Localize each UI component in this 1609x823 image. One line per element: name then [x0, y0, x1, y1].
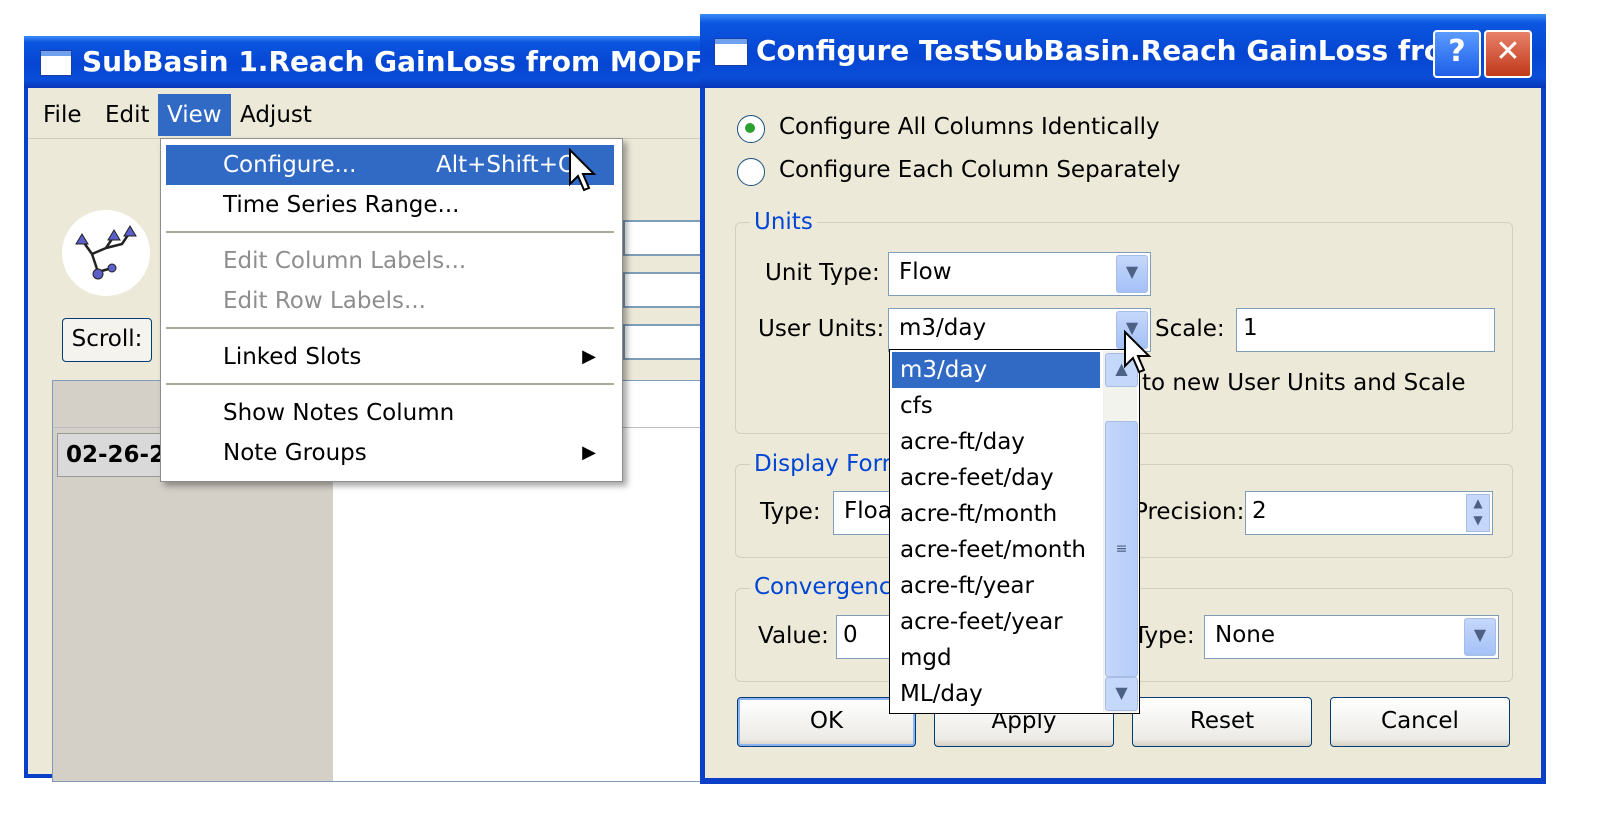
menu-item-accelerator: Alt+Shift+C — [436, 152, 575, 178]
unit-type-label: Unit Type: — [765, 260, 880, 286]
convergence-type-combo[interactable]: None ▼ — [1204, 615, 1499, 659]
menu-separator — [166, 231, 614, 233]
list-item[interactable]: ML/day — [892, 676, 1100, 712]
configure-dialog-title: Configure TestSubBasin.Reach GainLoss fr… — [756, 34, 1505, 67]
scroll-button[interactable]: Scroll: — [62, 318, 152, 362]
convergence-group-label: Convergenc — [750, 572, 896, 602]
unit-type-combo[interactable]: Flow ▼ — [888, 252, 1151, 296]
menu-item-edit-column-labels: Edit Column Labels... — [223, 248, 467, 274]
list-item[interactable]: cfs — [892, 388, 1100, 424]
table-window-title: SubBasin 1.Reach GainLoss from MODFLOW — [82, 45, 724, 78]
menu-item-note-groups[interactable]: Note Groups ▶ — [166, 433, 614, 473]
list-item[interactable]: acre-feet/year — [892, 604, 1100, 640]
menu-item-linked-slots[interactable]: Linked Slots ▶ — [166, 337, 614, 377]
radio-configure-each[interactable] — [737, 158, 765, 186]
user-units-value: m3/day — [899, 315, 987, 341]
user-units-combo[interactable]: m3/day ▼ — [888, 308, 1151, 352]
help-button[interactable]: ? — [1433, 30, 1481, 78]
window-icon — [40, 50, 72, 76]
scale-input[interactable]: 1 — [1236, 308, 1495, 352]
submenu-arrow-icon: ▶ — [582, 346, 596, 367]
user-units-dropdown-list: m3/day cfs acre-ft/day acre-feet/day acr… — [889, 349, 1140, 714]
convert-checkbox-label[interactable]: to new User Units and Scale — [1142, 366, 1466, 400]
precision-value: 2 — [1252, 498, 1267, 524]
radio-configure-all-label[interactable]: Configure All Columns Identically — [779, 110, 1160, 144]
spinner-icon[interactable]: ▲ ▼ — [1466, 494, 1490, 532]
precision-label: Precision: — [1134, 499, 1245, 525]
scrollbar-thumb[interactable]: ≡ — [1105, 421, 1138, 677]
menu-item-time-series-range[interactable]: Time Series Range... — [166, 185, 614, 225]
chevron-down-icon[interactable]: ▼ — [1105, 677, 1138, 711]
radio-configure-each-label[interactable]: Configure Each Column Separately — [779, 153, 1181, 187]
cursor-icon — [569, 148, 597, 192]
list-scrollbar[interactable]: ▲ ≡ ▼ — [1103, 351, 1138, 712]
menubar: File Edit View Adjust — [28, 94, 720, 136]
unit-type-value: Flow — [899, 259, 952, 285]
chevron-down-icon[interactable]: ▼ — [1464, 618, 1496, 656]
menu-item-label: Note Groups — [223, 440, 367, 466]
list-item[interactable]: acre-feet/day — [892, 460, 1100, 496]
menu-edit[interactable]: Edit — [96, 94, 159, 136]
menu-item-label: Linked Slots — [223, 344, 362, 370]
convergence-value-label: Value: — [758, 623, 829, 649]
close-button[interactable]: ✕ — [1484, 30, 1532, 78]
scale-label: Scale: — [1155, 316, 1225, 342]
menu-separator — [166, 327, 614, 329]
window-icon — [714, 38, 748, 66]
cancel-button[interactable]: Cancel — [1330, 697, 1510, 747]
reset-button[interactable]: Reset — [1132, 697, 1312, 747]
menu-item-configure[interactable]: Configure... Alt+Shift+C — [166, 145, 614, 185]
network-icon — [62, 210, 150, 296]
list-item[interactable]: acre-ft/day — [892, 424, 1100, 460]
view-menu: Configure... Alt+Shift+C Time Series Ran… — [160, 138, 623, 482]
units-group-label: Units — [750, 207, 817, 237]
list-item[interactable]: acre-ft/year — [892, 568, 1100, 604]
table-window-titlebar[interactable]: SubBasin 1.Reach GainLoss from MODFLOW — [24, 36, 724, 88]
radio-configure-all[interactable] — [737, 115, 765, 143]
menu-item-label: Configure... — [223, 152, 357, 178]
menu-separator — [166, 383, 614, 385]
list-item[interactable]: acre-ft/month — [892, 496, 1100, 532]
menu-view[interactable]: View — [158, 94, 231, 136]
list-item[interactable]: acre-feet/month — [892, 532, 1100, 568]
precision-spinbox[interactable]: 2 ▲ ▼ — [1245, 491, 1493, 535]
convergence-type-label: Type: — [1134, 623, 1195, 649]
format-type-label: Type: — [760, 499, 821, 525]
menu-item-edit-row-labels: Edit Row Labels... — [223, 288, 426, 314]
list-item[interactable]: mgd — [892, 640, 1100, 676]
user-units-label: User Units: — [758, 316, 885, 342]
menu-file[interactable]: File — [34, 94, 91, 136]
list-item[interactable]: m3/day — [892, 352, 1100, 388]
configure-dialog-titlebar[interactable]: Configure TestSubBasin.Reach GainLoss fr… — [700, 14, 1546, 88]
convergence-type-value: None — [1215, 622, 1276, 648]
menu-adjust[interactable]: Adjust — [231, 94, 321, 136]
cursor-icon — [1124, 330, 1152, 374]
menu-item-show-notes-column[interactable]: Show Notes Column — [166, 393, 614, 433]
chevron-down-icon[interactable]: ▼ — [1116, 255, 1148, 293]
display-format-group-label: Display Form — [750, 449, 909, 479]
submenu-arrow-icon: ▶ — [582, 442, 596, 463]
